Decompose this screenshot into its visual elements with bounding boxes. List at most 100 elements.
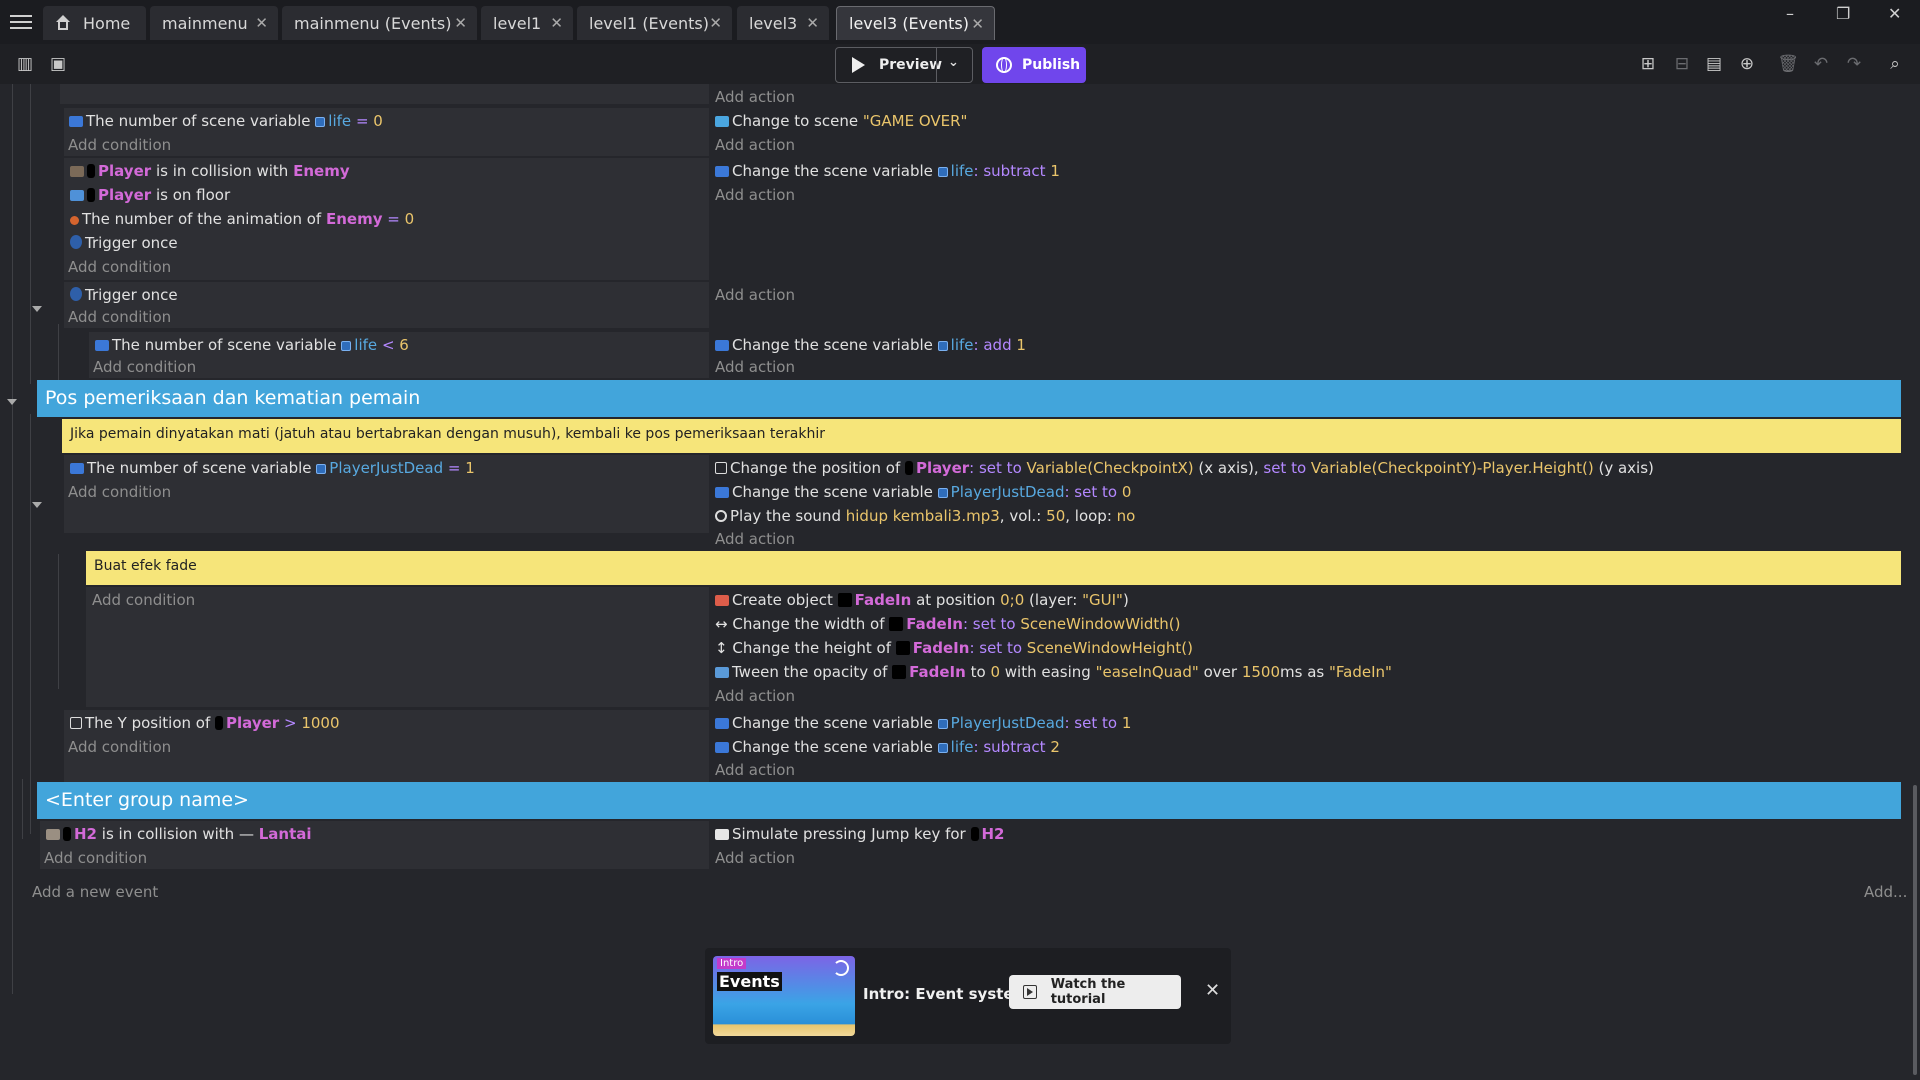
- tab-level1[interactable]: level1 ✕: [481, 6, 573, 40]
- add-subevent-icon[interactable]: ⊟: [1671, 53, 1693, 75]
- action-change-width[interactable]: ↔ Change the width of FadeIn: set to Sce…: [715, 615, 1181, 633]
- action-change-variable[interactable]: Change the scene variable life: subtract…: [715, 738, 1060, 756]
- condition-collision[interactable]: Player is in collision with Enemy: [70, 162, 350, 180]
- preview-button[interactable]: Preview ⌄: [835, 47, 973, 83]
- add-condition-button[interactable]: Add condition: [68, 308, 171, 326]
- add-condition-button[interactable]: Add condition: [68, 136, 171, 154]
- add-action-button[interactable]: Add action: [715, 687, 795, 705]
- event-group-header[interactable]: Pos pemeriksaan dan kematian pemain: [37, 380, 1901, 417]
- conditions-panel[interactable]: The number of scene variable PlayerJustD…: [64, 455, 709, 533]
- conditions-panel[interactable]: The Y position of Player > 1000 Add cond…: [64, 710, 709, 782]
- close-icon[interactable]: ✕: [454, 14, 467, 32]
- actions-panel[interactable]: Add action: [709, 282, 1909, 328]
- tab-level1-events[interactable]: level1 (Events) ✕: [577, 6, 732, 40]
- add-comment-icon[interactable]: ▤: [1703, 53, 1725, 75]
- watch-tutorial-button[interactable]: Watch the tutorial: [1009, 975, 1181, 1009]
- add-condition-button[interactable]: Add condition: [68, 483, 171, 501]
- save-icon[interactable]: ▣: [47, 53, 69, 75]
- conditions-panel[interactable]: The number of scene variable life < 6 Ad…: [89, 332, 709, 378]
- sub-event-row[interactable]: The number of scene variable life < 6 Ad…: [0, 332, 1920, 378]
- actions-panel[interactable]: Change the position of Player: set to Va…: [709, 455, 1909, 533]
- publish-button[interactable]: Publish: [982, 47, 1086, 83]
- condition-animation-number[interactable]: The number of the animation of Enemy = 0: [70, 210, 414, 228]
- actions-panel[interactable]: Create object FadeIn at position 0;0 (la…: [709, 587, 1909, 707]
- chevron-down-icon[interactable]: ⌄: [948, 55, 959, 70]
- action-create-object[interactable]: Create object FadeIn at position 0;0 (la…: [715, 591, 1129, 609]
- close-icon[interactable]: ✕: [550, 14, 563, 32]
- conditions-panel[interactable]: Add condition: [86, 587, 709, 707]
- close-window-icon[interactable]: ✕: [1888, 4, 1901, 23]
- add-event-icon[interactable]: ⊞: [1637, 53, 1659, 75]
- add-condition-button[interactable]: Add condition: [68, 258, 171, 276]
- action-change-scene[interactable]: Change to scene "GAME OVER": [715, 112, 967, 130]
- action-play-sound[interactable]: Play the sound hidup kembali3.mp3, vol.:…: [715, 507, 1135, 525]
- add-circle-icon[interactable]: ⊕: [1736, 53, 1758, 75]
- conditions-panel[interactable]: Trigger once Add condition: [64, 282, 709, 328]
- tab-home[interactable]: Home: [43, 6, 146, 40]
- collapse-arrow-icon[interactable]: [7, 399, 17, 405]
- action-change-variable[interactable]: Change the scene variable PlayerJustDead…: [715, 483, 1131, 501]
- add-new-event-button[interactable]: Add a new event: [32, 883, 158, 901]
- hamburger-menu-icon[interactable]: [10, 12, 32, 32]
- tab-mainmenu-events[interactable]: mainmenu (Events) ✕: [282, 6, 477, 40]
- action-tween-opacity[interactable]: Tween the opacity of FadeIn to 0 with ea…: [715, 663, 1392, 681]
- condition-y-position[interactable]: The Y position of Player > 1000: [70, 714, 340, 732]
- condition-collision[interactable]: H2 is in collision with — Lantai: [46, 825, 312, 843]
- add-action-button[interactable]: Add action: [715, 849, 795, 867]
- tab-level3[interactable]: level3 ✕: [737, 6, 829, 40]
- add-action-button[interactable]: Add action: [715, 761, 795, 779]
- add-condition-button[interactable]: Add condition: [44, 849, 147, 867]
- add-action-button[interactable]: Add action: [715, 358, 795, 376]
- add-condition-button[interactable]: Add condition: [92, 591, 195, 609]
- actions-panel[interactable]: Change to scene "GAME OVER" Add action: [709, 108, 1909, 156]
- add-action-button[interactable]: Add action: [715, 286, 795, 304]
- vertical-scrollbar[interactable]: [1913, 785, 1917, 1075]
- event-row[interactable]: The number of scene variable life = 0 Ad…: [0, 108, 1920, 156]
- event-row[interactable]: Trigger once Add condition Add action: [0, 282, 1920, 328]
- tutorial-thumbnail[interactable]: Intro Events: [713, 956, 855, 1036]
- close-icon[interactable]: ✕: [709, 14, 722, 32]
- event-row[interactable]: The number of scene variable PlayerJustD…: [0, 455, 1920, 533]
- redo-icon[interactable]: ↷: [1843, 53, 1865, 75]
- tab-mainmenu[interactable]: mainmenu ✕: [150, 6, 278, 40]
- add-action-button[interactable]: Add action: [715, 136, 795, 154]
- action-change-height[interactable]: ↕ Change the height of FadeIn: set to Sc…: [715, 639, 1193, 657]
- condition-scene-variable[interactable]: The number of scene variable life = 0: [69, 112, 383, 130]
- event-row[interactable]: Player is in collision with Enemy Player…: [0, 158, 1920, 280]
- action-simulate-jump[interactable]: Simulate pressing Jump key for H2: [715, 825, 1005, 843]
- restore-icon[interactable]: ❐: [1836, 4, 1850, 23]
- action-change-variable[interactable]: Change the scene variable life: add 1: [715, 336, 1026, 354]
- minimize-icon[interactable]: –: [1786, 4, 1794, 23]
- comment-block[interactable]: Buat efek fade: [86, 551, 1901, 585]
- close-icon[interactable]: ✕: [971, 15, 984, 33]
- add-menu-button[interactable]: Add...: [1864, 883, 1907, 901]
- action-change-variable[interactable]: Change the scene variable PlayerJustDead…: [715, 714, 1131, 732]
- event-row[interactable]: H2 is in collision with — Lantai Add con…: [0, 821, 1920, 869]
- add-action-button[interactable]: Add action: [715, 530, 795, 548]
- condition-scene-variable[interactable]: The number of scene variable life < 6: [95, 336, 409, 354]
- event-row[interactable]: The Y position of Player > 1000 Add cond…: [0, 710, 1920, 782]
- add-action-button[interactable]: Add action: [715, 186, 795, 204]
- close-icon[interactable]: ✕: [255, 14, 268, 32]
- layout-panels-icon[interactable]: ▥: [14, 53, 36, 75]
- comment-block[interactable]: Jika pemain dinyatakan mati (jatuh atau …: [62, 419, 1901, 453]
- action-change-position[interactable]: Change the position of Player: set to Va…: [715, 459, 1654, 477]
- conditions-panel[interactable]: Player is in collision with Enemy Player…: [64, 158, 709, 280]
- condition-trigger-once[interactable]: Trigger once: [70, 286, 178, 304]
- add-condition-button[interactable]: Add condition: [93, 358, 196, 376]
- actions-panel[interactable]: Change the scene variable life: subtract…: [709, 158, 1909, 280]
- delete-icon[interactable]: 🗑: [1777, 53, 1799, 75]
- undo-icon[interactable]: ↶: [1810, 53, 1832, 75]
- close-icon[interactable]: ✕: [806, 14, 819, 32]
- close-icon[interactable]: ✕: [1205, 980, 1220, 1001]
- actions-panel[interactable]: Change the scene variable PlayerJustDead…: [709, 710, 1909, 782]
- add-condition-button[interactable]: Add condition: [68, 738, 171, 756]
- search-icon[interactable]: ⌕: [1884, 53, 1906, 75]
- event-group-header[interactable]: <Enter group name>: [37, 782, 1901, 819]
- conditions-panel[interactable]: The number of scene variable life = 0 Ad…: [64, 108, 709, 156]
- action-change-variable[interactable]: Change the scene variable life: subtract…: [715, 162, 1060, 180]
- conditions-panel[interactable]: H2 is in collision with — Lantai Add con…: [40, 821, 709, 869]
- condition-on-floor[interactable]: Player is on floor: [70, 186, 230, 204]
- condition-trigger-once[interactable]: Trigger once: [70, 234, 178, 252]
- add-action-button[interactable]: Add action: [715, 88, 795, 106]
